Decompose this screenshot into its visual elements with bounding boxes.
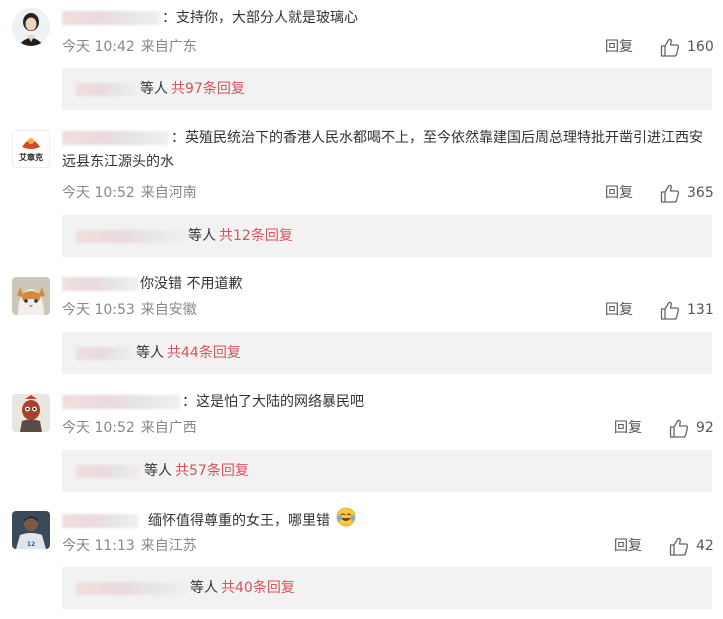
avatar[interactable]: 12 (12, 511, 50, 549)
avatar[interactable] (12, 277, 50, 315)
replies-summary[interactable]: 等人 共12条回复 (62, 215, 712, 257)
blurred-username[interactable] (62, 395, 180, 409)
blurred-username[interactable] (62, 131, 169, 145)
replies-by-label: 等人 (140, 81, 168, 97)
like-button[interactable]: 365 (660, 183, 714, 203)
like-count: 92 (696, 420, 714, 436)
comment-body: 缅怀值得尊重的女王，哪里错 (148, 513, 330, 529)
like-count: 42 (696, 538, 714, 554)
like-button[interactable]: 92 (669, 418, 714, 438)
laughing-crying-emoji-icon (336, 507, 356, 535)
reply-button[interactable]: 回复 (614, 418, 642, 438)
comment-location: 来自河南 (140, 185, 197, 201)
like-count: 160 (687, 39, 714, 55)
comment-text: 你没错 不用道歉 (62, 272, 709, 296)
reply-button[interactable]: 回复 (605, 37, 633, 57)
replies-count-link[interactable]: 共12条回复 (219, 228, 293, 244)
comment-time: 今天 10:53 (62, 302, 135, 318)
replies-by-label: 等人 (190, 580, 218, 596)
comment-time: 今天 11:13 (62, 538, 135, 554)
replies-count-link[interactable]: 共57条回复 (175, 463, 249, 479)
thumbs-up-icon (669, 419, 689, 438)
comment-location: 来自广东 (140, 39, 197, 55)
avatar-logo-text: 艾章克 (19, 152, 43, 162)
comment-meta: 今天 10:42 来自广东 (62, 37, 203, 57)
like-button[interactable]: 131 (660, 300, 714, 320)
thumbs-up-icon (660, 38, 680, 57)
comment-location: 来自广西 (140, 420, 197, 436)
thumbs-up-icon (660, 301, 680, 320)
reply-button[interactable]: 回复 (605, 300, 633, 320)
replies-count-link[interactable]: 共40条回复 (221, 580, 295, 596)
comment-location: 来自江苏 (140, 538, 197, 554)
comment-time: 今天 10:52 (62, 420, 135, 436)
comment-text: ：这是怕了大陆的网络暴民吧 (62, 390, 709, 414)
comment-body: 你没错 不用道歉 (140, 276, 243, 292)
reply-button[interactable]: 回复 (614, 536, 642, 556)
avatar[interactable] (12, 394, 50, 432)
comment-location: 来自安徽 (140, 302, 197, 318)
like-button[interactable]: 160 (660, 37, 714, 57)
blurred-reply-usernames (76, 82, 138, 96)
replies-count-link[interactable]: 共97条回复 (171, 81, 245, 97)
comment-meta: 今天 11:13 来自江苏 (62, 536, 203, 556)
replies-by-label: 等人 (144, 463, 172, 479)
replies-summary[interactable]: 等人 共40条回复 (62, 567, 712, 609)
replies-summary[interactable]: 等人 共97条回复 (62, 68, 712, 110)
comment-text: ：支持你，大部分人就是玻璃心 (62, 6, 709, 30)
blurred-reply-usernames (76, 346, 134, 360)
svg-text:12: 12 (27, 541, 35, 548)
replies-by-label: 等人 (136, 345, 164, 361)
comment-body: ：支持你，大部分人就是玻璃心 (162, 10, 358, 26)
avatar[interactable] (12, 8, 50, 46)
comment-meta: 今天 10:52 来自河南 (62, 183, 203, 203)
comment-time: 今天 10:42 (62, 39, 135, 55)
thumbs-up-icon (669, 537, 689, 556)
replies-summary[interactable]: 等人 共57条回复 (62, 450, 712, 492)
blurred-reply-usernames (76, 464, 142, 478)
replies-summary[interactable]: 等人 共44条回复 (62, 332, 712, 374)
like-button[interactable]: 42 (669, 536, 714, 556)
comment-body: ：这是怕了大陆的网络暴民吧 (182, 394, 364, 410)
like-count: 131 (687, 302, 714, 318)
replies-by-label: 等人 (188, 228, 216, 244)
reply-button[interactable]: 回复 (605, 183, 633, 203)
blurred-reply-usernames (76, 229, 186, 243)
avatar[interactable]: 艾章克 (12, 130, 50, 168)
thumbs-up-icon (660, 184, 680, 203)
comment-text: 缅怀值得尊重的女王，哪里错 (62, 507, 709, 535)
comment-text: ：英殖民统治下的香港人民水都喝不上，至今依然靠建国后周总理特批开凿引进江西安远县… (62, 126, 709, 174)
comment-meta: 今天 10:52 来自广西 (62, 418, 203, 438)
blurred-reply-usernames (76, 581, 188, 595)
blurred-username[interactable] (62, 277, 138, 291)
comment-meta: 今天 10:53 来自安徽 (62, 300, 203, 320)
blurred-username[interactable] (62, 514, 138, 528)
blurred-username[interactable] (62, 11, 160, 25)
comment-time: 今天 10:52 (62, 185, 135, 201)
replies-count-link[interactable]: 共44条回复 (167, 345, 241, 361)
like-count: 365 (687, 185, 714, 201)
